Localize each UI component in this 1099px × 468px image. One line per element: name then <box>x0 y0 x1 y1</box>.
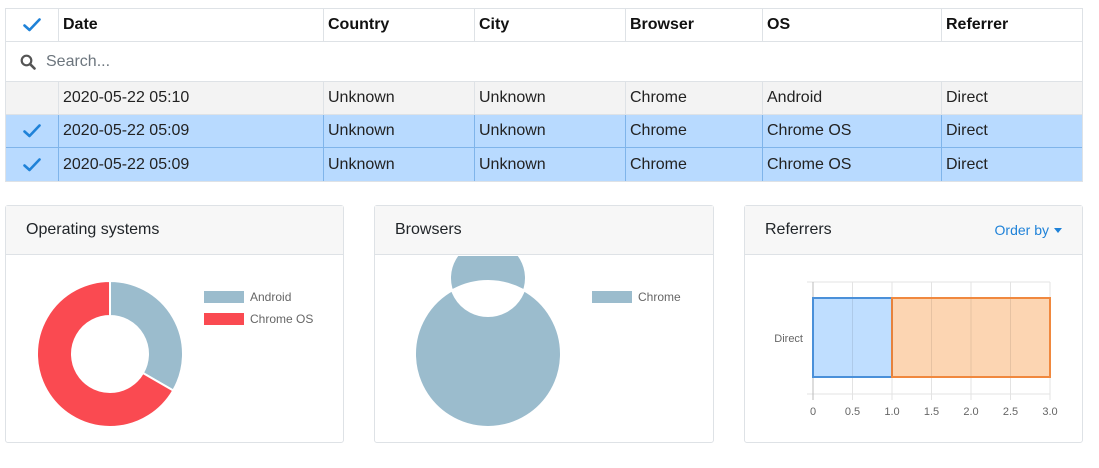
order-by-dropdown[interactable]: Order by <box>995 222 1062 238</box>
column-header-city[interactable]: City <box>475 9 626 41</box>
row-checkbox[interactable] <box>6 82 59 114</box>
column-header-os[interactable]: OS <box>763 9 942 41</box>
os-donut-chart: Android Chrome OS <box>36 279 313 428</box>
column-header-referrer[interactable]: Referrer <box>942 9 1082 41</box>
cell-referrer: Direct <box>946 122 988 139</box>
legend-label-android[interactable]: Android <box>250 290 291 304</box>
legend-swatch-chrome[interactable] <box>592 291 632 303</box>
cell-country: Unknown <box>324 148 475 181</box>
os-panel: Operating systems Android Chrome OS <box>5 205 344 443</box>
legend-label-chrome-os[interactable]: Chrome OS <box>250 312 313 326</box>
cell-referrer: Direct <box>946 155 988 173</box>
x-tick-label: 0 <box>810 406 816 418</box>
legend-label-chrome[interactable]: Chrome <box>638 290 681 304</box>
check-icon <box>23 124 41 138</box>
check-icon <box>23 157 41 171</box>
y-category-label: Direct <box>774 333 803 345</box>
cell-referrer: Direct <box>946 89 988 106</box>
cell-city: Unknown <box>475 82 626 114</box>
table-header: Date Country City Browser OS Referrer <box>6 9 1082 42</box>
row-checkbox[interactable] <box>6 115 59 147</box>
cell-browser: Chrome <box>626 148 763 181</box>
cell-browser: Chrome <box>626 115 763 147</box>
referrers-panel: Referrers Order by 0 0.5 1.0 1.5 2.0 2.5 3.0 Di… <box>744 205 1083 443</box>
search-bar <box>6 42 1082 82</box>
x-tick-label: 1.5 <box>924 406 939 418</box>
cell-os: Chrome OS <box>763 115 942 147</box>
column-header-country[interactable]: Country <box>324 9 475 41</box>
referrers-bar-chart: 0 0.5 1.0 1.5 2.0 2.5 3.0 Direct <box>774 281 1058 418</box>
referrers-panel-title: Referrers <box>765 221 832 238</box>
column-header-browser[interactable]: Browser <box>626 9 763 41</box>
x-tick-label: 1.0 <box>884 406 899 418</box>
column-header-date[interactable]: Date <box>59 9 324 41</box>
row-checkbox[interactable] <box>6 148 59 181</box>
legend-swatch-android[interactable] <box>204 291 244 303</box>
search-input[interactable] <box>46 52 646 71</box>
cell-country: Unknown <box>324 115 475 147</box>
legend-swatch-chrome-os[interactable] <box>204 313 244 325</box>
table-row[interactable]: 2020-05-22 05:09 Unknown Unknown Chrome Chro… <box>6 115 1082 148</box>
cell-os: Android <box>763 82 942 114</box>
cell-city: Unknown <box>475 115 626 147</box>
cell-browser: Chrome <box>626 82 763 114</box>
x-tick-label: 2.0 <box>963 406 978 418</box>
x-tick-label: 3.0 <box>1042 406 1057 418</box>
table-row[interactable]: 2020-05-22 05:10 Unknown Unknown Chrome Andr… <box>6 82 1082 115</box>
visits-table: Date Country City Browser OS Referrer 20… <box>5 8 1083 182</box>
cell-country: Unknown <box>324 82 475 114</box>
check-icon <box>23 18 41 32</box>
browsers-donut-chart: Chrome <box>414 256 681 428</box>
select-all-checkbox[interactable] <box>6 9 59 41</box>
table-row[interactable]: 2020-05-22 05:09 Unknown Unknown Chrome Chro… <box>6 148 1082 181</box>
cell-date: 2020-05-22 05:09 <box>59 148 324 181</box>
cell-os: Chrome OS <box>763 148 942 181</box>
browsers-panel: Browsers Chrome <box>374 205 714 443</box>
cell-date: 2020-05-22 05:09 <box>59 115 324 147</box>
x-tick-label: 0.5 <box>845 406 860 418</box>
x-tick-label: 2.5 <box>1003 406 1018 418</box>
cell-city: Unknown <box>475 148 626 181</box>
caret-down-icon <box>1054 227 1062 233</box>
os-panel-title: Operating systems <box>26 221 160 238</box>
search-icon <box>20 54 36 70</box>
browsers-panel-title: Browsers <box>395 221 462 238</box>
order-by-label: Order by <box>994 222 1049 238</box>
cell-date: 2020-05-22 05:10 <box>59 82 324 114</box>
